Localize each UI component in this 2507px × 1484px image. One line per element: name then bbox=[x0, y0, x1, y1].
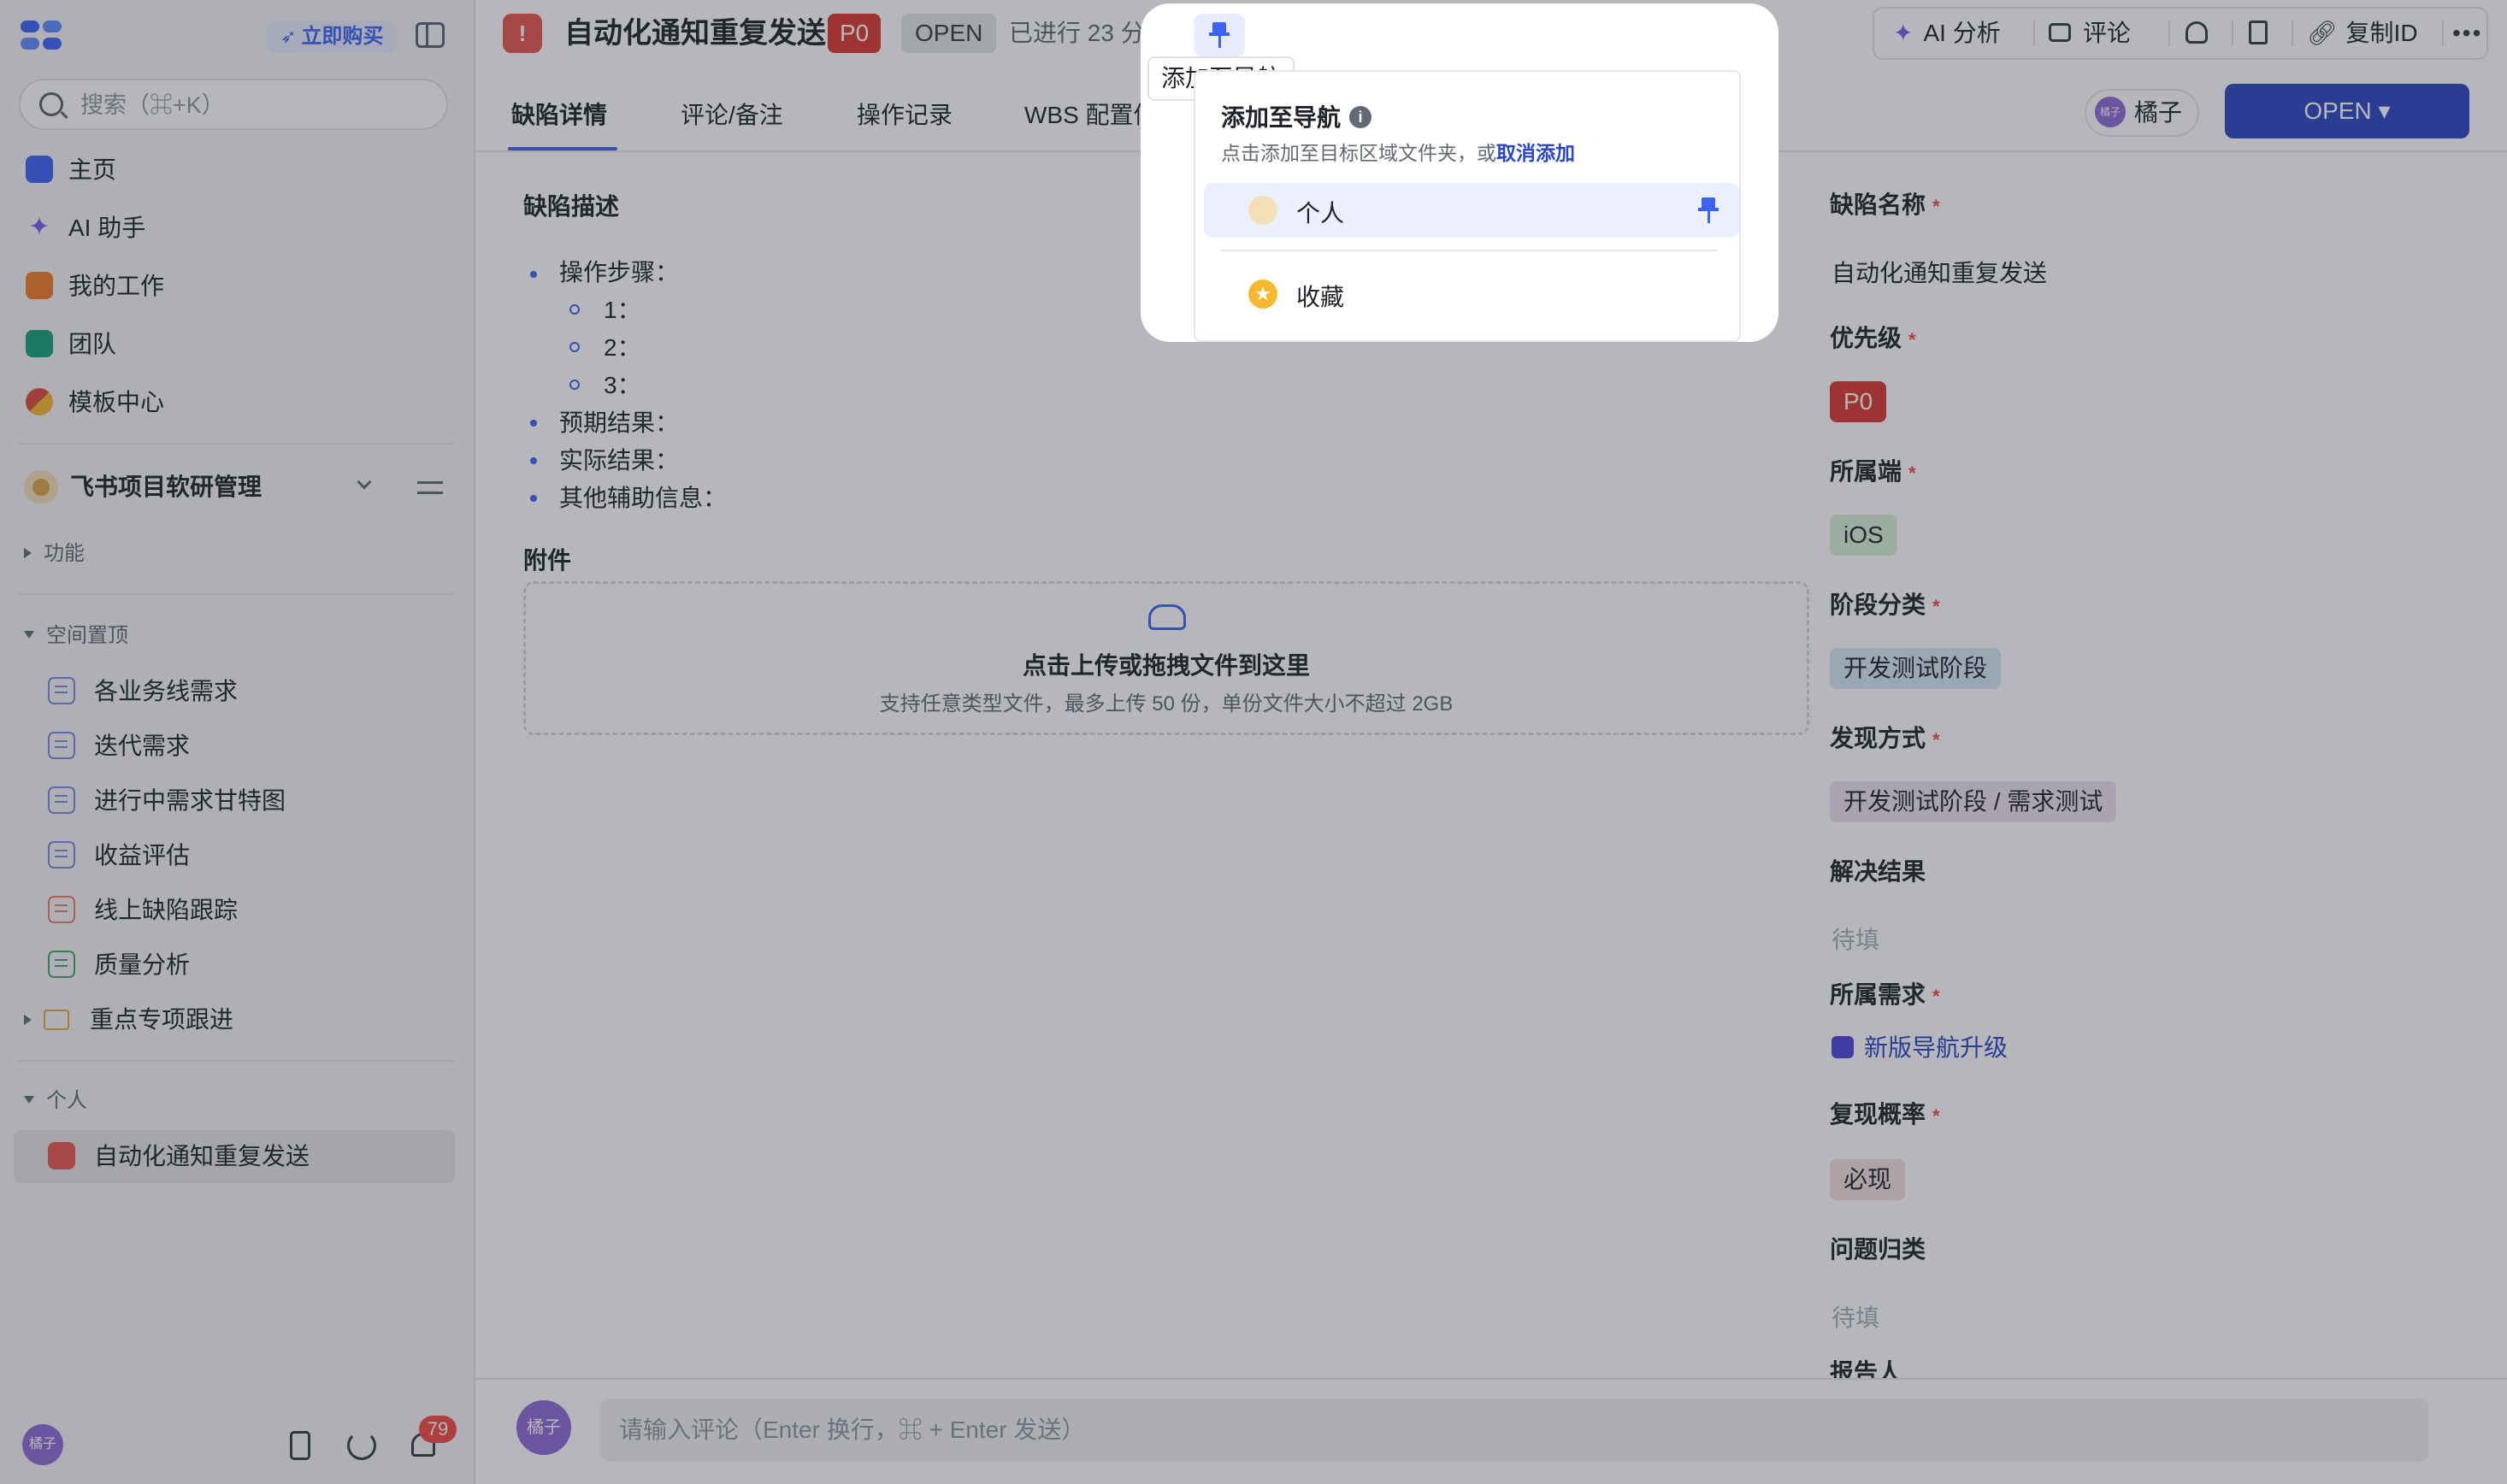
option-personal-label: 个人 bbox=[1296, 200, 1345, 227]
option-favorites[interactable]: ★ 收藏 bbox=[1204, 267, 1739, 321]
info-icon[interactable]: i bbox=[1349, 105, 1372, 128]
popup-title: 添加至导航 i bbox=[1221, 99, 1372, 133]
popup-description: 点击添加至目标区域文件夹，或取消添加 bbox=[1221, 142, 1575, 164]
add-to-nav-popup: 添加至导航 i 点击添加至目标区域文件夹，或取消添加 个人 ★ 收藏 bbox=[1194, 70, 1741, 342]
page: ➶立即购买 主页 ✦AI 助手 我的工作 团队 模板中心 飞书项目软研管理 功能… bbox=[0, 0, 2507, 1484]
option-favorites-label: 收藏 bbox=[1296, 284, 1345, 310]
star-icon: ★ bbox=[1248, 280, 1277, 309]
pin-icon bbox=[1209, 22, 1230, 48]
pin-button[interactable] bbox=[1194, 14, 1245, 56]
pin-icon[interactable] bbox=[1698, 197, 1719, 223]
option-personal[interactable]: 个人 bbox=[1204, 183, 1739, 238]
personal-avatar bbox=[1248, 196, 1277, 225]
popup-divider bbox=[1221, 250, 1717, 251]
cancel-add-link[interactable]: 取消添加 bbox=[1496, 142, 1575, 164]
